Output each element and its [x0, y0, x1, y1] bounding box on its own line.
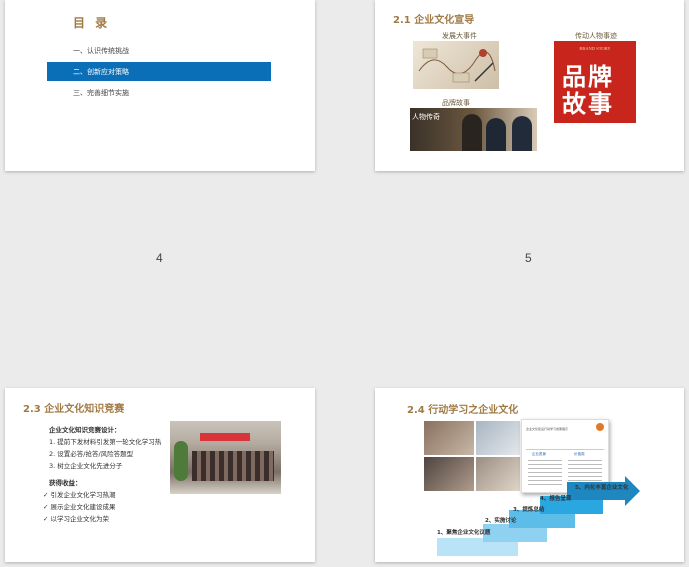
gain-item: ✓ 引发企业文化学习热潮	[43, 491, 116, 499]
contest-plant	[174, 441, 188, 481]
slide-7-thumbnail[interactable]: 2.4 行动学习之企业文化 企业文化建设行动学习成果展示 企业愿景 价值观 1、…	[375, 388, 684, 562]
step-label-5: 5、内化丰富企业文化	[575, 485, 629, 491]
design-item: 2. 设置必答/抢答/风险答题型	[49, 450, 134, 458]
portrait-3	[512, 116, 532, 151]
toc-item-label: 二、创新应对策略	[73, 68, 129, 76]
step-label-4: 4、报告呈现	[540, 496, 572, 502]
events-sketch-icon	[418, 48, 496, 83]
gain-item: ✓ 以学习企业文化为荣	[43, 515, 110, 523]
caption-brand: 品牌故事	[442, 99, 470, 107]
step-label-1: 1、聚焦企业文化议题	[437, 530, 491, 536]
caption-events: 发展大事件	[442, 32, 477, 40]
portrait-2	[486, 118, 506, 151]
toc-title: 目 录	[73, 16, 111, 30]
toc-item-label: 三、完善细节实施	[73, 89, 129, 97]
slide-5-thumbnail[interactable]: 2.1 企业文化宣导 发展大事件 传动人物事迹 BRAND STORY 品牌故事…	[375, 0, 684, 171]
events-image	[413, 41, 499, 89]
contest-photo	[170, 421, 281, 494]
brand-story-text: 品牌故事	[562, 62, 614, 118]
design-item: 3. 树立企业文化先进分子	[49, 462, 123, 470]
toc-item-3: 三、完善细节实施	[73, 88, 129, 98]
contest-banner	[200, 433, 250, 441]
toc-item-label: 一、认识传统挑战	[73, 47, 129, 55]
brand-story-image: BRAND STORY 品牌故事	[554, 41, 636, 123]
brand-story-sub: BRAND STORY	[579, 46, 611, 51]
staircase-diagram	[437, 476, 640, 556]
contest-people	[192, 451, 274, 481]
page-number-4: 4	[156, 251, 163, 265]
slide-title: 2.1 企业文化宣导	[393, 15, 475, 26]
slide-4-thumbnail[interactable]: 目 录 一、认识传统挑战 二、创新应对策略 三、完善细节实施	[5, 0, 315, 171]
portrait-1	[462, 114, 482, 151]
caption-people: 传动人物事迹	[575, 32, 617, 40]
step-label-2: 2、实施讨论	[485, 518, 517, 524]
slide-6-thumbnail[interactable]: 2.3 企业文化知识竞赛 企业文化知识竞赛设计： 1. 提前下发材料引发第一轮文…	[5, 388, 315, 562]
step-label-3: 3、提炼总结	[513, 507, 545, 513]
gain-heading: 获得收益：	[49, 479, 82, 487]
people-legend-image: 人物传奇	[410, 108, 537, 151]
design-item: 1. 提前下发材料引发第一轮文化学习热	[49, 438, 162, 446]
design-heading: 企业文化知识竞赛设计：	[49, 426, 121, 434]
gain-item: ✓ 展示企业文化建设成果	[43, 503, 116, 511]
page-number-5: 5	[525, 251, 532, 265]
toc-item-2-active: 二、创新应对策略	[47, 62, 271, 81]
toc-item-1: 一、认识传统挑战	[73, 46, 129, 56]
people-legend-text: 人物传奇	[412, 113, 440, 121]
slide-title: 2.3 企业文化知识竞赛	[23, 404, 125, 415]
